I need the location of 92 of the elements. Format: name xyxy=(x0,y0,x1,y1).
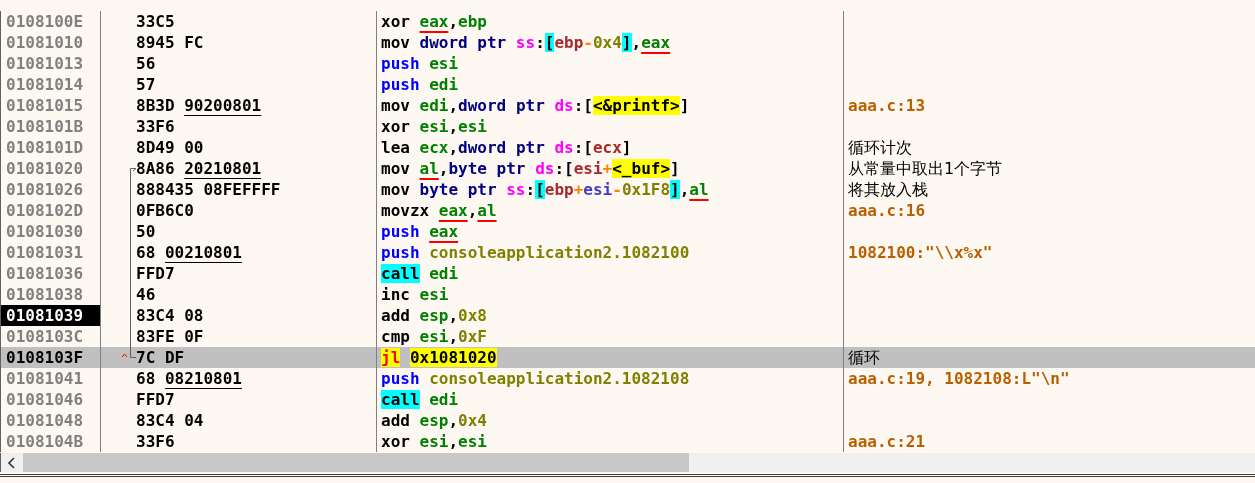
listing-row[interactable]: 01081020 8A86 20210801 mov al,byte ptr ds:[esi+<_buf>] 从常量中取出1个字节 xyxy=(1,158,1255,179)
instruction-text: xor esi,esi xyxy=(381,432,487,451)
scroll-left-icon xyxy=(7,456,17,469)
address-cell-text: 01081020 xyxy=(5,158,85,179)
hex-bytes: 33C5 xyxy=(136,12,175,31)
hex-bytes: 8D49 00 xyxy=(136,138,204,157)
hex-bytes: 0FB6C0 xyxy=(136,201,194,220)
address-cell-text: 01081036 xyxy=(5,263,85,284)
instruction-text: mov al,byte ptr ds:[esi+<_buf>] xyxy=(381,159,680,178)
hex-bytes: 50 xyxy=(136,222,156,241)
comment-text: aaa.c:19, 1082108:L"\n" xyxy=(848,369,1070,388)
address-cell-text: 01081026 xyxy=(5,179,85,200)
listing-row[interactable]: 0108100E 33C5 xor eax,ebp xyxy=(1,11,1255,32)
instruction-text: push edi xyxy=(381,75,459,94)
instruction-text: push eax xyxy=(381,222,459,241)
hex-bytes: 8945 FC xyxy=(136,33,204,52)
hex-bytes: 8B3D 90200801 xyxy=(136,96,262,115)
comment-text: aaa.c:13 xyxy=(848,96,926,115)
address-cell-text: 01081030 xyxy=(5,221,85,242)
listing-row[interactable]: 0108104B 33F6 xor esi,esi aaa.c:21 xyxy=(1,431,1255,452)
comment-text: 1082100:"\\x%x" xyxy=(848,243,993,262)
address-cell-text: 01081013 xyxy=(5,53,85,74)
address-cell-text: 01081015 xyxy=(5,95,85,116)
address-cell-text: 01081010 xyxy=(5,32,85,53)
instruction-text: call edi xyxy=(381,264,459,283)
listing-row[interactable]: 0108101D 8D49 00 lea ecx,dword ptr ds:[ecx] 循环计次 xyxy=(1,137,1255,158)
instruction-text: jl 0x1081020 xyxy=(381,348,497,367)
address-cell-text: 0108100E xyxy=(5,11,85,32)
address-cell-text: 0108103F xyxy=(5,347,85,368)
address-cell-text: 0108101D xyxy=(5,137,85,158)
listing-row[interactable]: 01081013 56 push esi xyxy=(1,53,1255,74)
instruction-text: mov edi,dword ptr ds:[<&printf>] xyxy=(381,96,690,115)
instruction-text: movzx eax,al xyxy=(381,201,497,220)
hex-bytes: 56 xyxy=(136,54,156,73)
hex-bytes: 7C DF xyxy=(136,348,185,367)
address-cell: 01081039 xyxy=(1,305,100,326)
listing-row[interactable]: 01081036 FFD7 call edi xyxy=(1,263,1255,284)
hex-bytes: FFD7 xyxy=(136,264,175,283)
hex-bytes: 57 xyxy=(136,75,156,94)
listing-row[interactable]: 01081026 888435 08FEFFFF mov byte ptr ss:[ebp+esi-0x1F8],al 将其放入栈 xyxy=(1,179,1255,200)
comment-text: aaa.c:16 xyxy=(848,201,926,220)
listing-row[interactable]: 0108102D 0FB6C0 movzx eax,al aaa.c:16 xyxy=(1,200,1255,221)
instruction-text: call edi xyxy=(381,390,459,409)
comment-text: 循环 xyxy=(848,348,880,367)
listing-row[interactable]: 01081015 8B3D 90200801 mov edi,dword ptr ds:[<&printf>] aaa.c:13 xyxy=(1,95,1255,116)
address-cell-text: 0108101B xyxy=(5,116,85,137)
instruction-text: cmp esi,0xF xyxy=(381,327,487,346)
listing-row[interactable]: 01081048 83C4 04 add esp,0x4 xyxy=(1,410,1255,431)
hex-bytes: 888435 08FEFFFF xyxy=(136,180,281,199)
hex-bytes: 8A86 20210801 xyxy=(136,159,262,178)
listing-row[interactable]: 01081038 46 inc esi xyxy=(1,284,1255,305)
scrollbar-thumb[interactable] xyxy=(23,453,689,472)
listing-row[interactable]: 0108101B 33F6 xor esi,esi xyxy=(1,116,1255,137)
listing-row[interactable]: 01081030 50 push eax xyxy=(1,221,1255,242)
instruction-text: lea ecx,dword ptr ds:[ecx] xyxy=(381,138,632,157)
instruction-text: xor eax,ebp xyxy=(381,12,487,31)
hex-bytes: 33F6 xyxy=(136,432,175,451)
address-cell-text: 0108104B xyxy=(5,431,85,452)
address-cell-text: 0108103C xyxy=(5,326,85,347)
instruction-text: push consoleapplication2.1082100 xyxy=(381,243,690,262)
instruction-text: push consoleapplication2.1082108 xyxy=(381,369,690,388)
instruction-text: inc esi xyxy=(381,285,449,304)
hex-bytes: 83C4 04 xyxy=(136,411,204,430)
hex-bytes: 46 xyxy=(136,285,156,304)
comment-text: 从常量中取出1个字节 xyxy=(848,159,1003,178)
comment-text: aaa.c:21 xyxy=(848,432,926,451)
listing-row[interactable]: 01081039 83C4 08 add esp,0x8 xyxy=(1,305,1255,326)
instruction-text: add esp,0x4 xyxy=(381,411,487,430)
listing-row[interactable]: 01081046 FFD7 call edi xyxy=(1,389,1255,410)
address-cell-text: 01081038 xyxy=(5,284,85,305)
address-cell-text: 01081046 xyxy=(5,389,85,410)
hex-bytes: 83C4 08 xyxy=(136,306,204,325)
listing-row[interactable]: 0108103F 7C DF jl 0x1081020 循环 xyxy=(1,347,1255,368)
hex-bytes: FFD7 xyxy=(136,390,175,409)
listing-row[interactable]: 01081014 57 push edi xyxy=(1,74,1255,95)
address-cell-text: 0108102D xyxy=(5,200,85,221)
address-cell-text: 01081048 xyxy=(5,410,85,431)
address-cell-text: 01081041 xyxy=(5,368,85,389)
comment-text: 将其放入栈 xyxy=(848,180,928,199)
instruction-text: push esi xyxy=(381,54,459,73)
instruction-text: xor esi,esi xyxy=(381,117,487,136)
hex-bytes: 83FE 0F xyxy=(136,327,204,346)
hex-bytes: 68 08210801 xyxy=(136,369,242,388)
instruction-text: add esp,0x8 xyxy=(381,306,487,325)
listing-row[interactable]: 01081031 68 00210801 push consoleapplication2.1082100 1082100:"\\x%x" xyxy=(1,242,1255,263)
address-cell-text: 01081014 xyxy=(5,74,85,95)
address-cell-text: 01081031 xyxy=(5,242,85,263)
comment-text: 循环计次 xyxy=(848,138,912,157)
instruction-text: mov byte ptr ss:[ebp+esi-0x1F8],al xyxy=(381,180,709,199)
hex-bytes: 68 00210801 xyxy=(136,243,242,262)
hex-bytes: 33F6 xyxy=(136,117,175,136)
listing-row[interactable]: 01081041 68 08210801 push consoleapplication2.1082108 aaa.c:19, 1082108:L"\n" xyxy=(1,368,1255,389)
